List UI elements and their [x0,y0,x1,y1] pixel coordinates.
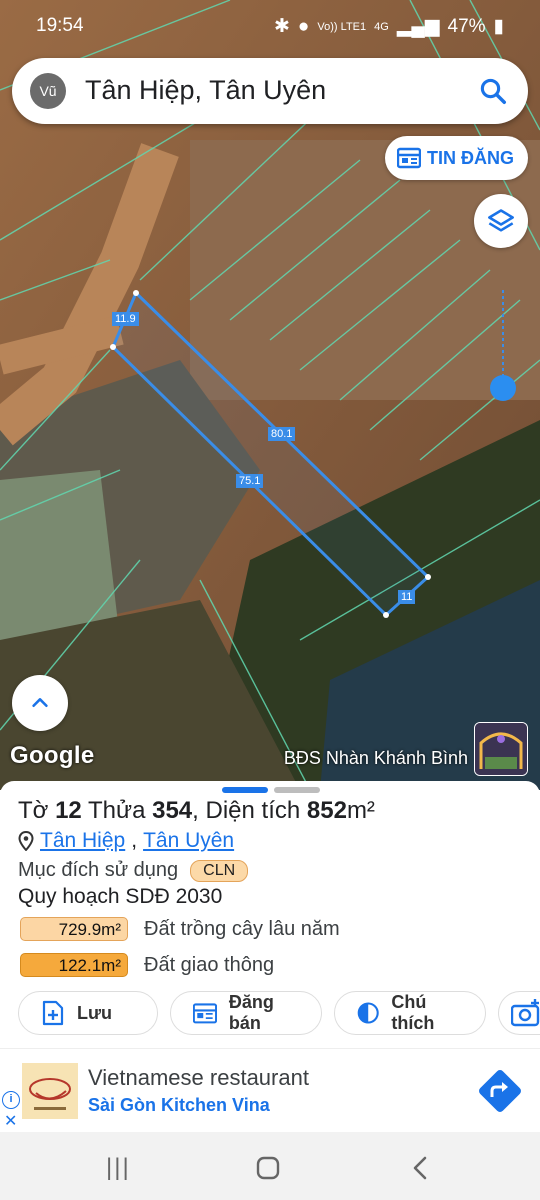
status-bar: 19:54 ✱ ● Vo)) LTE1 4G ▂▄▆ 47% ▮ [0,0,540,52]
area-label: Diện tích [205,797,301,824]
battery-icon: ▮ [493,16,504,37]
edge-label: 80.1 [268,427,296,441]
volte-indicator: Vo)) LTE1 [317,20,367,33]
save-label: Lưu [77,1002,113,1023]
save-button[interactable]: Lưu [18,991,158,1035]
map-slider-handle[interactable] [489,374,517,402]
purpose-tag[interactable]: CLN [190,859,249,882]
sheet-label: Tờ [18,797,49,824]
edge-label: 75.1 [236,474,264,488]
area-unit: m² [346,797,375,824]
purpose-label: Mục đích sử dụng [18,859,179,881]
layers-icon [488,209,514,232]
calendar-icon [193,1003,217,1024]
add-photo-button[interactable] [498,991,540,1035]
add-file-icon [42,1000,64,1026]
ad-banner[interactable]: i ✕ Vietnamese restaurant Sài Gòn Kitche… [0,1048,540,1133]
bluetooth-icon: ✱ [274,16,290,37]
parcel-info-sheet: Tờ 12 Thửa 354, Diện tích 852m² Tân Hiệp… [0,781,540,1047]
brand-label: BĐS Nhàn Khánh Bình [283,748,468,768]
area-value: 852 [306,797,347,824]
back-icon[interactable] [410,1156,430,1180]
action-bar: Lưu Đăng bán Chú thích [18,991,540,1035]
legend-button[interactable]: Chú thích [334,991,486,1035]
zone-row: 729.9m² Đất trồng cây lâu năm [20,917,340,941]
expand-sheet-button[interactable] [12,675,68,731]
ad-close-icon[interactable]: ✕ [4,1111,17,1131]
chevron-up-icon [32,698,48,708]
tin-dang-button[interactable]: TIN ĐĂNG [385,136,528,180]
map-pin-icon [18,831,34,851]
restaurant-logo-icon [22,1063,78,1119]
avatar[interactable]: Vũ [30,73,66,109]
status-icons: ✱ ● Vo)) LTE1 4G ▂▄▆ 47% ▮ [274,15,504,38]
legend-label: Chú thích [391,992,435,1033]
contrast-icon [357,1002,379,1024]
brand-thumbnail[interactable] [474,722,528,776]
battery-percent: 47% [447,15,486,37]
ad-logo [22,1063,78,1119]
zone-label: Đất giao thông [144,953,275,976]
parcel-label: Thửa [88,797,146,824]
search-bar[interactable]: Vũ Tân Hiệp, Tân Uyên [12,58,528,124]
zone-row: 122.1m² Đất giao thông [20,953,274,977]
system-nav-bar: ||| [0,1132,540,1200]
land-use-purpose: Mục đích sử dụng CLN [18,859,249,882]
parcel-title: Tờ 12 Thửa 354, Diện tích 852m² [18,797,375,824]
location-icon: ● [297,15,310,37]
plan-title: Quy hoạch SDĐ 2030 [18,885,223,908]
search-icon[interactable] [478,76,508,106]
home-icon[interactable] [256,1156,280,1180]
zone-area: 122.1m² [20,953,128,977]
brand-photo-icon [475,723,527,775]
search-input[interactable]: Tân Hiệp, Tân Uyên [85,75,326,106]
add-photo-icon [511,999,540,1027]
network-type: 4G [374,20,389,33]
ward-link[interactable]: Tân Hiệp [40,829,125,853]
recent-apps-icon[interactable]: ||| [106,1154,131,1182]
google-logo: Google [10,742,95,769]
signal-icon: ▂▄▆ [396,16,440,37]
post-sale-button[interactable]: Đăng bán [170,991,322,1035]
zone-label: Đất trồng cây lâu năm [144,917,340,940]
zone-area: 729.9m² [20,917,128,941]
district-link[interactable]: Tân Uyên [143,829,234,853]
edge-label: 11 [398,590,416,604]
parcel-number: 354 [152,797,193,824]
tin-dang-label: TIN ĐĂNG [427,147,514,168]
parcel-location: Tân Hiệp, Tân Uyên [18,829,234,853]
layers-button[interactable] [474,194,528,248]
post-sale-label: Đăng bán [228,992,274,1033]
listing-icon [397,147,421,169]
directions-icon[interactable] [476,1067,524,1115]
sheet-handle[interactable] [222,787,320,793]
sheet-number: 12 [55,797,82,824]
edge-label: 11.9 [112,312,139,326]
status-time: 19:54 [36,15,84,36]
ad-title[interactable]: Vietnamese restaurant [88,1065,309,1091]
ad-subtitle[interactable]: Sài Gòn Kitchen Vina [88,1095,270,1116]
ad-info-icon[interactable]: i [2,1091,20,1109]
